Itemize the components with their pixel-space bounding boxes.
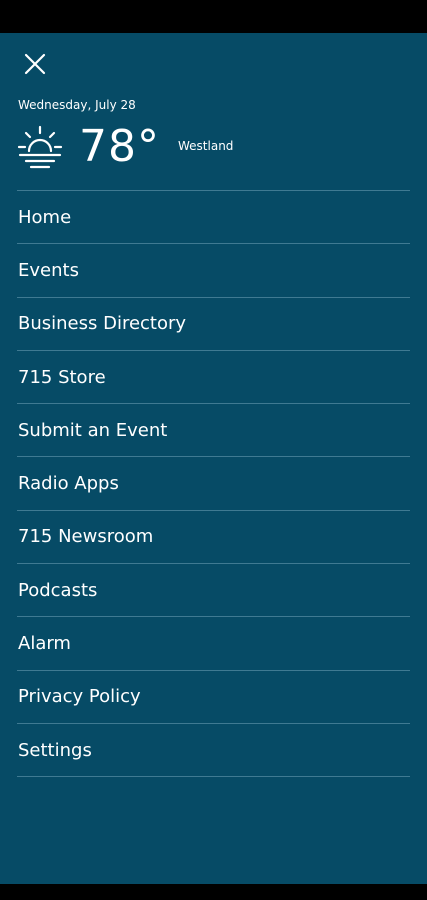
menu-item-events[interactable]: Events — [17, 244, 410, 298]
menu-list: Home Events Business Directory 715 Store… — [17, 190, 410, 778]
menu-item-podcasts[interactable]: Podcasts — [17, 564, 410, 618]
menu-item-business-directory[interactable]: Business Directory — [17, 298, 410, 351]
menu-item-newsroom[interactable]: 715 Newsroom — [17, 511, 410, 565]
weather-widget: 78° Westland — [17, 121, 233, 173]
menu-item-privacy-policy[interactable]: Privacy Policy — [17, 671, 410, 724]
location: Westland — [178, 139, 234, 153]
menu-item-radio-apps[interactable]: Radio Apps — [17, 457, 410, 511]
system-navigation-bar — [0, 884, 427, 900]
menu-item-submit-event[interactable]: Submit an Event — [17, 404, 410, 458]
close-icon — [24, 53, 46, 75]
sunrise-icon — [17, 125, 63, 169]
close-button[interactable] — [14, 45, 56, 83]
navigation-drawer: Wednesday, July 28 78° Westland Home Eve… — [0, 33, 427, 884]
weather-date: Wednesday, July 28 — [18, 98, 136, 112]
menu-item-alarm[interactable]: Alarm — [17, 617, 410, 671]
menu-item-store[interactable]: 715 Store — [17, 351, 410, 405]
status-bar — [0, 0, 427, 33]
menu-item-home[interactable]: Home — [17, 191, 410, 245]
menu-item-settings[interactable]: Settings — [17, 724, 410, 778]
temperature: 78° — [79, 121, 160, 172]
